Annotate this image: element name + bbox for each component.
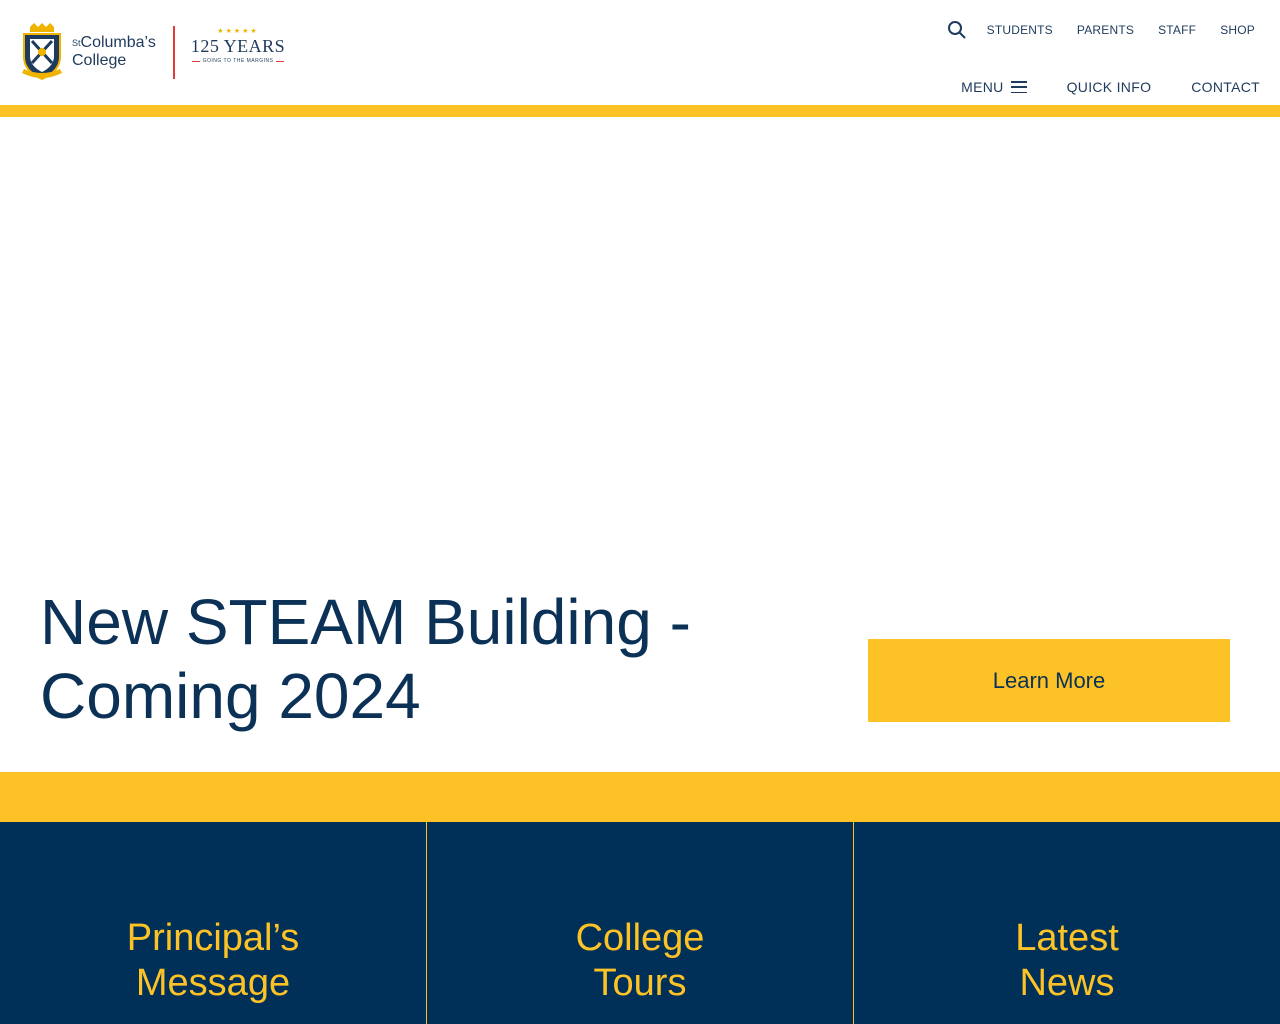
feature-tiles: Principal’s Message College Tours Latest… xyxy=(0,822,1280,1024)
college-name-prefix: St xyxy=(72,38,81,48)
anniversary-logo: ★★★★★ 125 YEARS GOING TO THE MARGINS xyxy=(190,28,286,64)
hamburger-icon xyxy=(1010,81,1027,93)
utility-link-shop[interactable]: SHOP xyxy=(1220,23,1255,37)
hero-title-line1: New STEAM Building - xyxy=(40,586,691,658)
tile-label: Principal’s Message xyxy=(93,916,333,1024)
utility-link-staff[interactable]: STAFF xyxy=(1158,23,1196,37)
menu-label: MENU xyxy=(961,79,1004,95)
tile-latest-news[interactable]: Latest News xyxy=(853,822,1280,1024)
yellow-band xyxy=(0,772,1280,822)
college-name-line1: Columba’s xyxy=(80,34,156,51)
tile-principals-message[interactable]: Principal’s Message xyxy=(0,822,426,1024)
learn-more-button[interactable]: Learn More xyxy=(868,639,1230,722)
tile-label: Latest News xyxy=(947,916,1187,1024)
contact-link[interactable]: CONTACT xyxy=(1191,79,1260,95)
stars-icon: ★★★★★ xyxy=(217,28,259,35)
anniversary-text: 125 YEARS xyxy=(190,36,286,56)
search-icon[interactable] xyxy=(947,20,967,40)
tile-label-line2: Tours xyxy=(593,962,687,1004)
college-name: StColumba’s College xyxy=(72,34,156,70)
anniversary-tagline: GOING TO THE MARGINS xyxy=(190,58,286,64)
utility-link-parents[interactable]: PARENTS xyxy=(1077,23,1134,37)
tile-label-line1: Latest xyxy=(1015,917,1119,959)
utility-link-students[interactable]: STUDENTS xyxy=(987,23,1053,37)
tile-label-line2: News xyxy=(1019,962,1115,1004)
tile-label-line1: College xyxy=(575,917,705,959)
hero-title-line2: Coming 2024 xyxy=(40,660,421,732)
crest-icon xyxy=(22,23,62,81)
tile-label-line2: Message xyxy=(135,962,291,1004)
main-nav: MENU QUICK INFO CONTACT xyxy=(961,79,1260,95)
anniversary-tagline-text: GOING TO THE MARGINS xyxy=(202,58,274,64)
tile-college-tours[interactable]: College Tours xyxy=(426,822,853,1024)
hero-title: New STEAM Building - Coming 2024 xyxy=(40,585,800,733)
college-name-line2: College xyxy=(72,52,127,69)
tile-label: College Tours xyxy=(520,916,760,1024)
hero-banner: New STEAM Building - Coming 2024 Learn M… xyxy=(0,117,1280,772)
header-accent-bar xyxy=(0,105,1280,117)
logo-divider xyxy=(173,26,175,79)
college-logo-link[interactable]: StColumba’s College xyxy=(20,22,156,82)
quick-info-link[interactable]: QUICK INFO xyxy=(1067,79,1152,95)
site-header: StColumba’s College ★★★★★ 125 YEARS GOIN… xyxy=(0,0,1280,105)
tile-label-line1: Principal’s xyxy=(126,917,300,959)
menu-button[interactable]: MENU xyxy=(961,79,1027,95)
utility-nav: STUDENTS PARENTS STAFF SHOP xyxy=(947,20,1255,40)
